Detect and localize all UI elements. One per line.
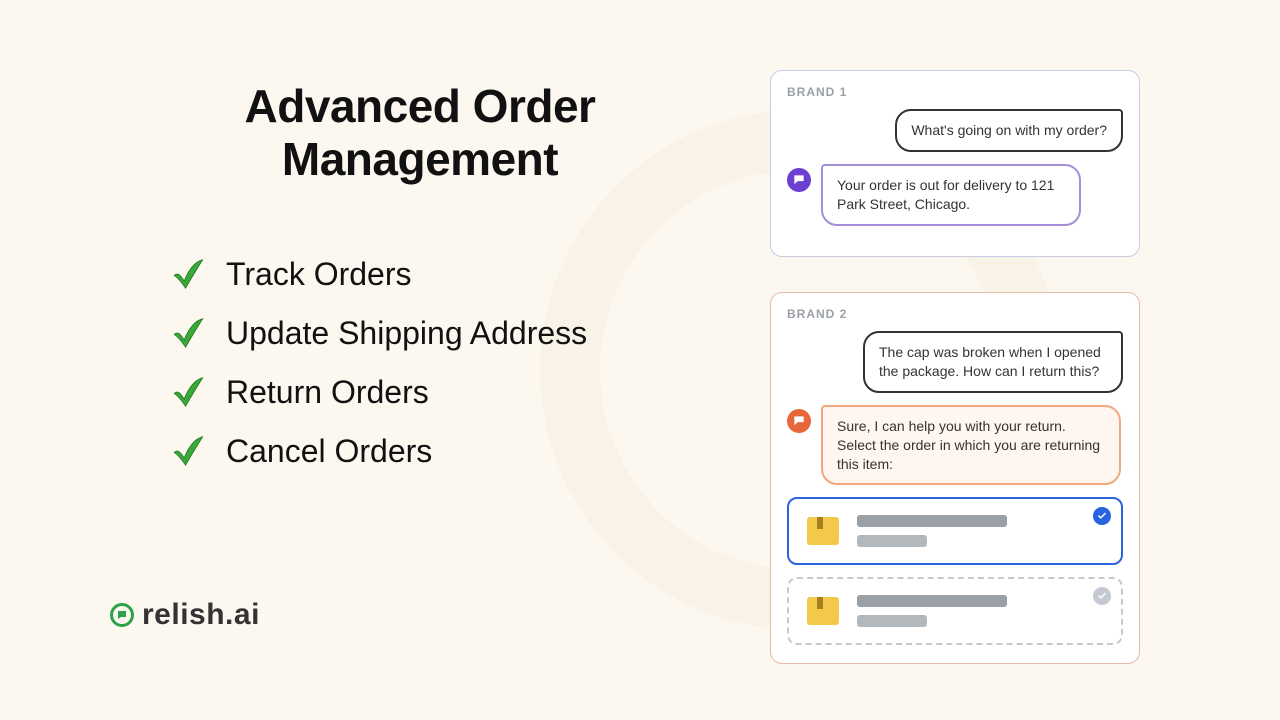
bot-message-bubble: Sure, I can help you with your return. S… [821, 405, 1121, 486]
title-line-1: Advanced Order [245, 80, 596, 132]
user-message-bubble: The cap was broken when I opened the pac… [863, 331, 1123, 393]
feature-label: Track Orders [226, 256, 412, 293]
feature-item: Update Shipping Address [170, 315, 730, 352]
brand-label: BRAND 2 [787, 307, 1123, 321]
feature-item: Cancel Orders [170, 433, 730, 470]
bot-message-bubble: Your order is out for delivery to 121 Pa… [821, 164, 1081, 226]
package-icon [803, 591, 843, 631]
chat-row-user: The cap was broken when I opened the pac… [787, 331, 1123, 393]
check-icon [170, 434, 204, 468]
feature-item: Return Orders [170, 374, 730, 411]
chat-bubble-icon [110, 603, 134, 627]
feature-label: Update Shipping Address [226, 315, 587, 352]
brand-label: BRAND 1 [787, 85, 1123, 99]
feature-list: Track Orders Update Shipping Address Ret… [170, 256, 730, 470]
bot-avatar-icon [787, 409, 811, 433]
bot-avatar-icon [787, 168, 811, 192]
order-option-unselected[interactable] [787, 577, 1123, 645]
feature-item: Track Orders [170, 256, 730, 293]
selected-check-icon [1093, 507, 1111, 525]
check-icon [170, 375, 204, 409]
chat-row-bot: Your order is out for delivery to 121 Pa… [787, 164, 1123, 226]
feature-label: Cancel Orders [226, 433, 432, 470]
placeholder-line [857, 595, 1007, 607]
chat-row-bot: Sure, I can help you with your return. S… [787, 405, 1123, 486]
page-title: Advanced Order Management [110, 80, 730, 186]
placeholder-line [857, 615, 927, 627]
chat-card-brand2: BRAND 2 The cap was broken when I opened… [770, 292, 1140, 664]
brand-name: relish.ai [142, 598, 260, 632]
left-column: Advanced Order Management Track Orders U… [110, 80, 730, 492]
order-placeholder [857, 595, 1107, 627]
brand-logo: relish.ai [110, 598, 260, 632]
brand-word: relish [142, 598, 225, 631]
check-icon [170, 257, 204, 291]
package-icon [803, 511, 843, 551]
check-icon [170, 316, 204, 350]
placeholder-line [857, 515, 1007, 527]
chat-card-brand1: BRAND 1 What's going on with my order? Y… [770, 70, 1140, 257]
feature-label: Return Orders [226, 374, 429, 411]
order-placeholder [857, 515, 1107, 547]
title-line-2: Management [282, 133, 558, 185]
user-message-bubble: What's going on with my order? [895, 109, 1123, 152]
unselected-check-icon [1093, 587, 1111, 605]
brand-suffix: .ai [225, 598, 260, 631]
placeholder-line [857, 535, 927, 547]
chat-row-user: What's going on with my order? [787, 109, 1123, 152]
order-option-selected[interactable] [787, 497, 1123, 565]
